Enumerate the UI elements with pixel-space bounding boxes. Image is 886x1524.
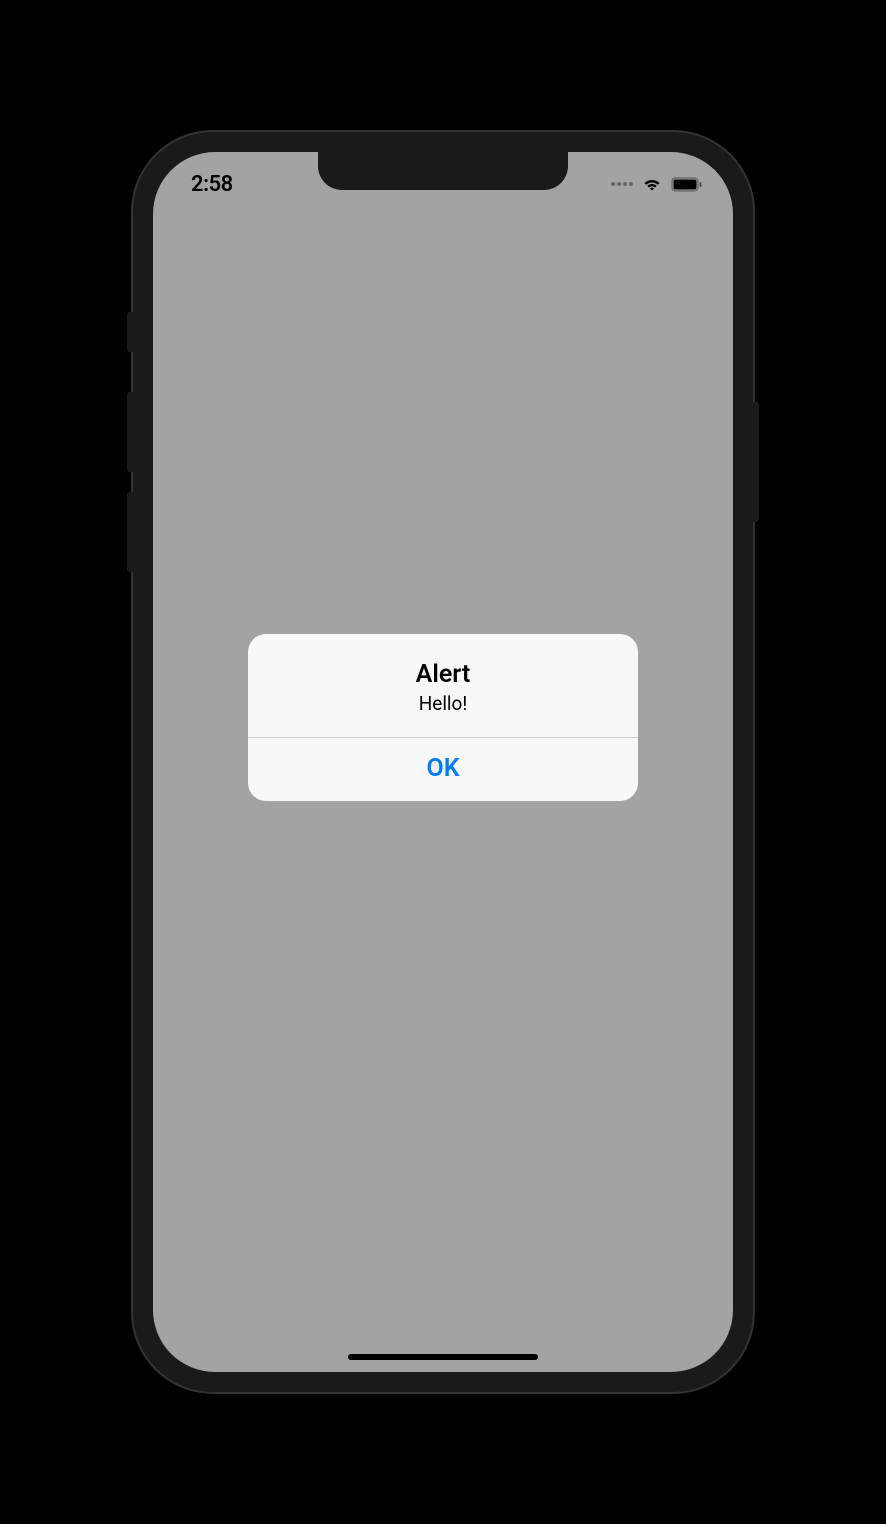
status-time: 2:58 [191,172,233,197]
volume-down-button [127,492,133,572]
battery-icon [671,177,703,192]
screen: 2:58 [153,152,733,1372]
ok-button[interactable]: OK [248,738,638,801]
alert-backdrop: Alert Hello! OK [153,152,733,1372]
alert-message: Hello! [268,692,618,715]
cellular-signal-icon [611,182,633,186]
home-indicator[interactable] [348,1354,538,1360]
alert-title: Alert [268,660,618,689]
wifi-icon [641,175,663,193]
volume-up-button [127,392,133,472]
alert-dialog: Alert Hello! OK [248,634,638,801]
status-indicators [611,175,703,193]
alert-content: Alert Hello! [248,634,638,737]
device-notch [318,152,568,190]
power-button [753,402,759,522]
mute-switch [127,312,133,352]
device-frame: 2:58 [133,132,753,1392]
